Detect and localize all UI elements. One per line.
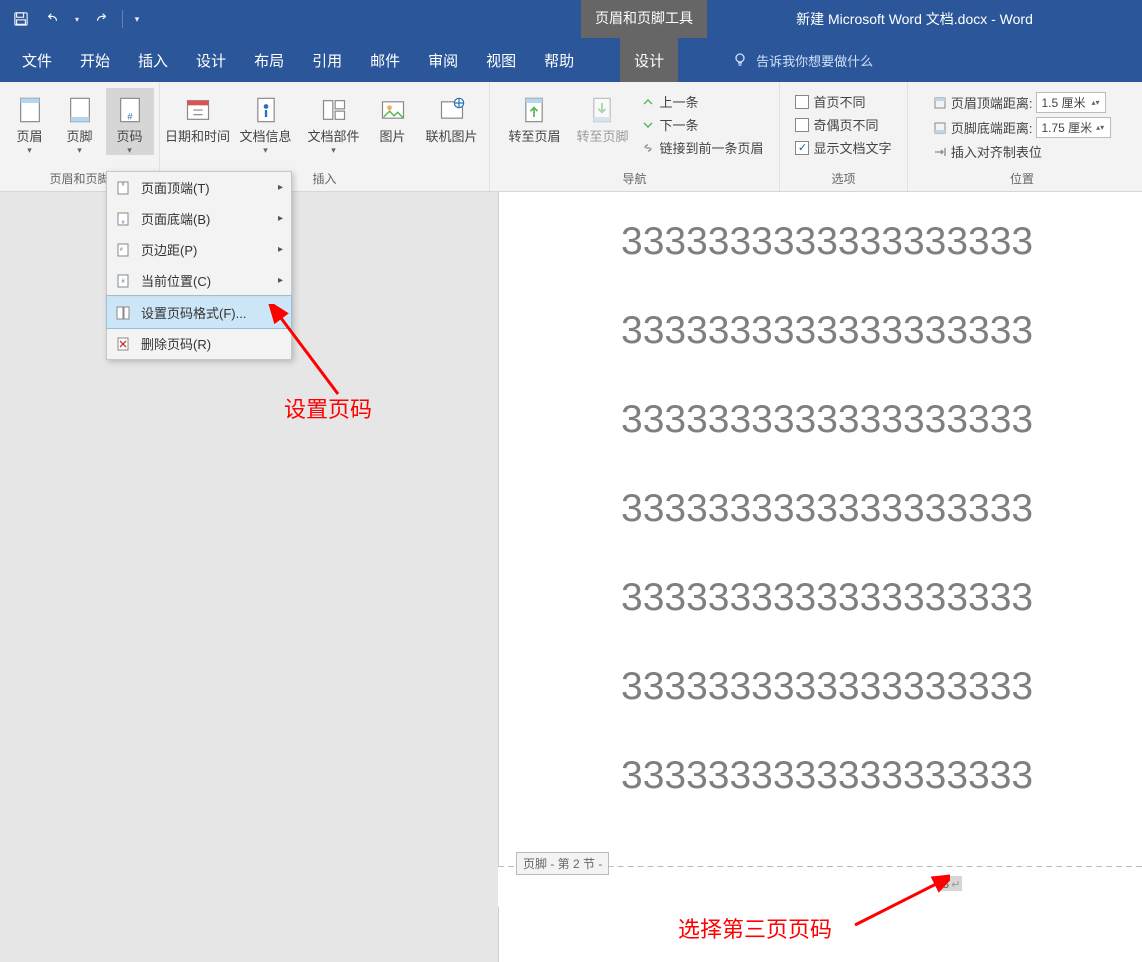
tab-file[interactable]: 文件 — [8, 38, 66, 82]
tab-references[interactable]: 引用 — [298, 38, 356, 82]
tab-hf-design[interactable]: 设计 — [620, 38, 678, 82]
tab-design[interactable]: 设计 — [182, 38, 240, 82]
chevron-down-icon: ▾ — [301, 146, 367, 155]
footer-bottom-input[interactable]: 1.75 厘米▴▾ — [1036, 117, 1111, 138]
tab-view[interactable]: 视图 — [472, 38, 530, 82]
undo-drop-icon[interactable]: ▾ — [72, 6, 82, 32]
group-label-nav: 导航 — [622, 168, 646, 191]
chevron-right-icon: ▸ — [278, 275, 283, 286]
title-bar: ▾ ▾ 页眉和页脚工具 新建 Microsoft Word 文档.docx - … — [0, 0, 1142, 38]
first-page-diff-checkbox[interactable]: 首页不同 — [791, 90, 895, 113]
annotation-2: 选择第三页页码 — [678, 912, 832, 944]
page-margin-icon: # — [115, 242, 131, 258]
footer-button[interactable]: 页脚 ▾ — [56, 88, 104, 155]
remove-icon — [115, 336, 131, 352]
page-top-icon: # — [115, 180, 131, 196]
header-distance-icon — [933, 96, 947, 110]
body-text: 3333333333333333333 — [621, 578, 1142, 617]
doc-info-button[interactable]: 文档信息 ▾ — [233, 88, 299, 155]
prev-icon — [641, 95, 655, 109]
redo-button[interactable] — [88, 6, 114, 32]
doc-parts-button[interactable]: 文档部件 ▾ — [301, 88, 367, 155]
pictures-button[interactable]: 图片 — [369, 88, 417, 146]
date-time-button[interactable]: 日期和时间 — [165, 88, 231, 146]
header-top-input[interactable]: 1.5 厘米▴▾ — [1036, 92, 1106, 113]
group-label-position: 位置 — [1010, 168, 1034, 191]
chevron-down-icon: ▾ — [56, 146, 104, 155]
dd-page-margin[interactable]: # 页边距(P) ▸ — [107, 234, 291, 265]
prev-button[interactable]: 上一条 — [637, 90, 767, 113]
dd-format-page-number[interactable]: 设置页码格式(F)... — [107, 296, 291, 328]
dd-page-top[interactable]: # 页面顶端(T) ▸ — [107, 172, 291, 203]
body-text: 3333333333333333333 — [621, 756, 1142, 795]
format-icon — [115, 305, 131, 321]
tab-review[interactable]: 审阅 — [414, 38, 472, 82]
page-number-dropdown: # 页面顶端(T) ▸ # 页面底端(B) ▸ # 页边距(P) ▸ # 当前位… — [106, 171, 292, 360]
chevron-right-icon: ▸ — [278, 182, 283, 193]
contextual-tab-label: 页眉和页脚工具 — [581, 0, 707, 38]
group-label-insert: 插入 — [312, 168, 336, 191]
dd-current-pos[interactable]: # 当前位置(C) ▸ — [107, 265, 291, 296]
header-top-row: 页眉顶端距离: 1.5 厘米▴▾ — [929, 90, 1115, 115]
chevron-down-icon: ▾ — [6, 146, 54, 155]
save-button[interactable] — [8, 6, 34, 32]
chevron-down-icon: ▾ — [106, 146, 154, 155]
document-page[interactable]: 3333333333333333333 3333333333333333333 … — [498, 192, 1142, 962]
body-text: 3333333333333333333 — [621, 222, 1142, 261]
online-pictures-button[interactable]: 联机图片 — [419, 88, 485, 146]
tab-home[interactable]: 开始 — [66, 38, 124, 82]
svg-text:#: # — [122, 220, 125, 226]
current-pos-icon: # — [115, 273, 131, 289]
annotation-arrow-2 — [850, 870, 950, 930]
footer-distance-icon — [933, 121, 947, 135]
link-icon — [641, 141, 655, 155]
svg-text:#: # — [120, 247, 123, 253]
chevron-right-icon: ▸ — [278, 244, 283, 255]
body-text: 3333333333333333333 — [621, 667, 1142, 706]
svg-text:#: # — [122, 182, 125, 188]
body-text: 3333333333333333333 — [621, 400, 1142, 439]
dd-remove-page-number[interactable]: 删除页码(R) — [107, 328, 291, 359]
lightbulb-icon — [732, 52, 748, 68]
page-number-button[interactable]: # 页码 ▾ — [106, 88, 154, 155]
tab-insert[interactable]: 插入 — [124, 38, 182, 82]
chevron-down-icon: ▾ — [233, 146, 299, 155]
link-previous-button[interactable]: 链接到前一条页眉 — [637, 136, 767, 159]
body-text: 3333333333333333333 — [621, 489, 1142, 528]
dd-page-bottom[interactable]: # 页面底端(B) ▸ — [107, 203, 291, 234]
ribbon-tabs: 文件 开始 插入 设计 布局 引用 邮件 审阅 视图 帮助 设计 告诉我你想要做… — [0, 38, 1142, 82]
annotation-arrow-1 — [268, 304, 348, 404]
tell-me-label: 告诉我你想要做什么 — [756, 51, 873, 70]
align-tab-icon — [933, 145, 947, 159]
odd-even-diff-checkbox[interactable]: 奇偶页不同 — [791, 113, 895, 136]
next-button[interactable]: 下一条 — [637, 113, 767, 136]
undo-button[interactable] — [40, 6, 66, 32]
document-title: 新建 Microsoft Word 文档.docx - Word — [707, 0, 1142, 38]
svg-text:#: # — [127, 111, 133, 121]
qat-customize-icon[interactable]: ▾ — [131, 6, 143, 32]
group-label-options: 选项 — [831, 168, 855, 191]
footer-section-tag: 页脚 - 第 2 节 - — [516, 852, 609, 875]
show-doc-text-checkbox[interactable]: 显示文档文字 — [791, 136, 895, 159]
tab-mailings[interactable]: 邮件 — [356, 38, 414, 82]
footer-bottom-row: 页脚底端距离: 1.75 厘米▴▾ — [929, 115, 1115, 140]
tell-me-search[interactable]: 告诉我你想要做什么 — [718, 38, 887, 82]
body-text: 3333333333333333333 — [621, 311, 1142, 350]
insert-align-tab-button[interactable]: 插入对齐制表位 — [929, 140, 1115, 163]
goto-header-button[interactable]: 转至页眉 — [501, 88, 567, 146]
quick-access-toolbar: ▾ ▾ — [0, 0, 151, 38]
page-bottom-icon: # — [115, 211, 131, 227]
tab-layout[interactable]: 布局 — [240, 38, 298, 82]
chevron-right-icon: ▸ — [278, 213, 283, 224]
header-button[interactable]: 页眉 ▾ — [6, 88, 54, 155]
group-label-hf: 页眉和页脚 — [49, 168, 109, 191]
next-icon — [641, 118, 655, 132]
goto-footer-button[interactable]: 转至页脚 — [569, 88, 635, 146]
tab-help[interactable]: 帮助 — [530, 38, 588, 82]
